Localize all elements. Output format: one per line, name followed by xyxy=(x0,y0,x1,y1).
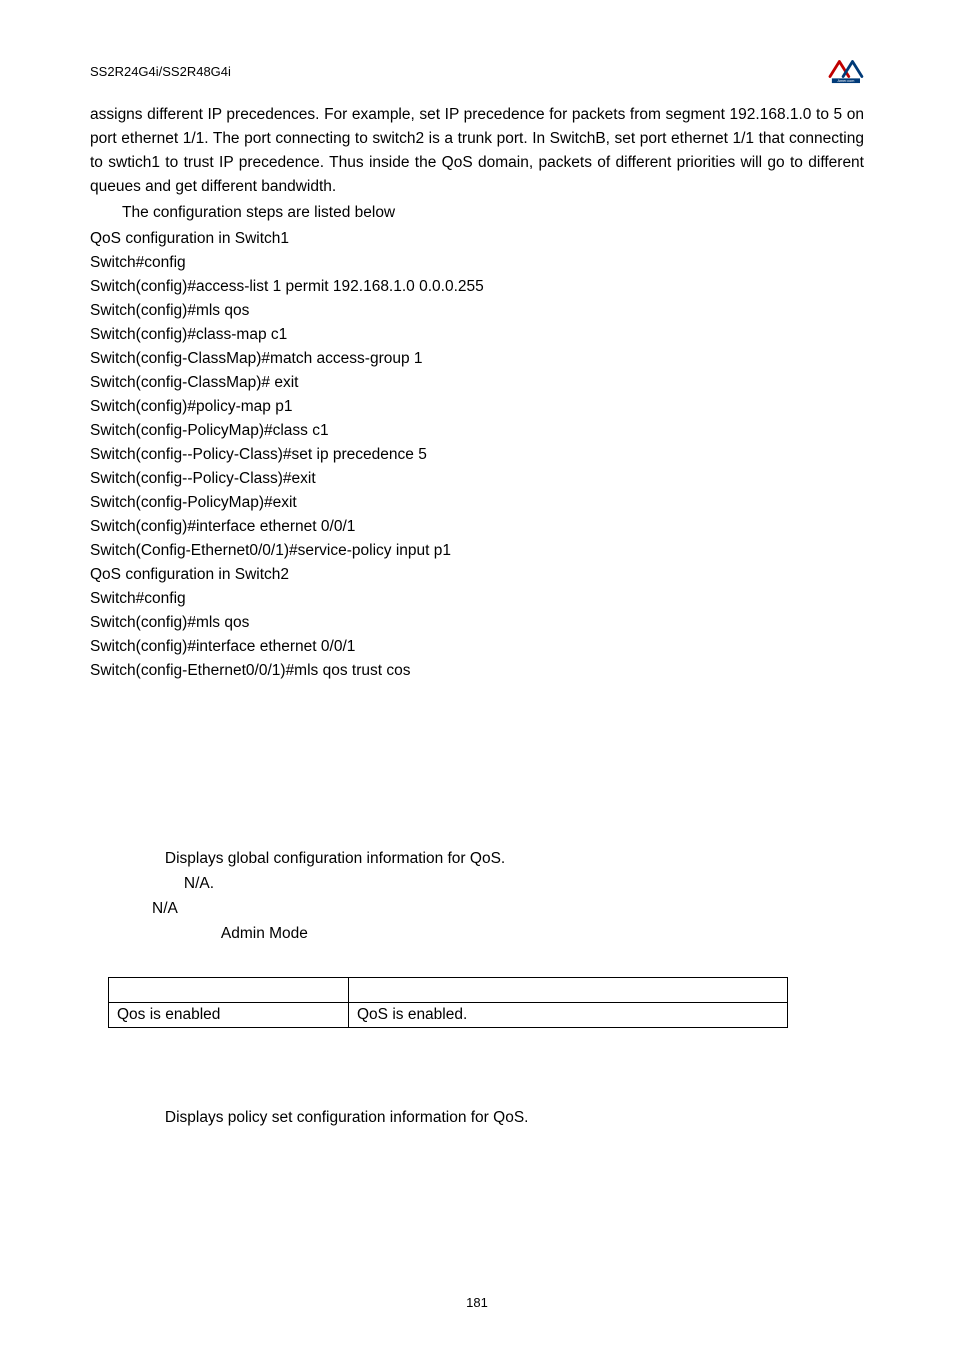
table-cell-displayed: Qos is enabled xyxy=(109,1003,349,1028)
command-mode-value: Admin Mode xyxy=(221,925,308,942)
config-line: Switch(config-PolicyMap)#exit xyxy=(90,491,864,515)
config-line: Switch#config xyxy=(90,251,864,275)
config-line: QoS configuration in Switch1 xyxy=(90,227,864,251)
command-value-pre: show mls qos interface [ xyxy=(175,1084,356,1101)
config-line: Switch(config--Policy-Class)#exit xyxy=(90,467,864,491)
config-line: Switch(config-Ethernet0/0/1)#mls qos tru… xyxy=(90,659,864,683)
command-value: show mls-qos xyxy=(175,825,278,842)
usage-guide-label: Usage Guide: xyxy=(90,949,190,966)
config-line: Switch(config-ClassMap)# exit xyxy=(90,371,864,395)
section-8-3-4-heading: 8.3.4 QoS Troubleshooting Help xyxy=(90,727,864,750)
table-header-displayed: Displayed information xyxy=(109,978,349,1003)
show-mls-qos-interface-block: Command: show mls qos interface [interfa… xyxy=(90,1081,864,1131)
page-number: 181 xyxy=(0,1295,954,1310)
default-label: Default: xyxy=(90,900,152,917)
table-cell-explanation: QoS is enabled. xyxy=(349,1003,788,1028)
config-line: QoS configuration in Switch2 xyxy=(90,563,864,587)
command-arg: interface-id xyxy=(356,1084,433,1101)
default-value: N/A xyxy=(152,900,178,917)
config-line: Switch(Config-Ethernet0/0/1)#service-pol… xyxy=(90,539,864,563)
amer-logo-icon: Amer.com xyxy=(826,54,864,84)
command-value-post: ] [buffers | policers | queueing | stati… xyxy=(433,1084,740,1101)
function-value: Displays policy set configuration inform… xyxy=(165,1109,529,1126)
table-header-explanation: Explanation xyxy=(349,978,788,1003)
config-line: Switch(config-PolicyMap)#class c1 xyxy=(90,419,864,443)
table-row: Qos is enabled QoS is enabled. xyxy=(109,1003,788,1028)
config-line: Switch(config)#access-list 1 permit 192.… xyxy=(90,275,864,299)
config-line: Switch(config)#mls qos xyxy=(90,611,864,635)
svg-text:Amer.com: Amer.com xyxy=(837,79,854,83)
parameters-value: N/A. xyxy=(184,875,214,892)
function-label: Function: xyxy=(90,1109,165,1126)
brand-logo: Amer.com xyxy=(826,54,864,89)
config-line: Switch(config)#interface ethernet 0/0/1 xyxy=(90,635,864,659)
command-label: Command: xyxy=(90,1084,175,1101)
function-value: Displays global configuration informatio… xyxy=(165,850,505,867)
show-mls-qos-block: Command: show mls-qos Function: Displays… xyxy=(90,822,864,1028)
section-8-3-4-1-2-heading: 8.3.4.1.2 show mls qos interface xyxy=(90,1054,864,1075)
function-label: Function: xyxy=(90,850,165,867)
config-line: Switch(config)#mls qos xyxy=(90,299,864,323)
config-line: Switch(config)#policy-map p1 xyxy=(90,395,864,419)
page-header: SS2R24G4i/SS2R48G4i Amer.com xyxy=(90,54,864,89)
displayed-info-table: Displayed information Explanation Qos is… xyxy=(108,977,788,1028)
config-line: Switch(config)#class-map c1 xyxy=(90,323,864,347)
config-line: Switch#config xyxy=(90,587,864,611)
config-line: Switch(config-ClassMap)#match access-gro… xyxy=(90,347,864,371)
table-row: Displayed information Explanation xyxy=(109,978,788,1003)
intro-paragraph: assigns different IP precedences. For ex… xyxy=(90,103,864,199)
config-line: Switch(config--Policy-Class)#set ip prec… xyxy=(90,443,864,467)
parameters-label: Parameters: xyxy=(90,875,184,892)
command-mode-label: Command mode: xyxy=(90,925,221,942)
config-line: Switch(config)#interface ethernet 0/0/1 xyxy=(90,515,864,539)
section-8-3-4-1-1-heading: 8.3.4.1.1 show mls-qos xyxy=(90,795,864,816)
config-block: QoS configuration in Switch1 Switch#conf… xyxy=(90,227,864,683)
config-steps-intro: The configuration steps are listed below xyxy=(90,201,864,225)
product-model: SS2R24G4i/SS2R48G4i xyxy=(90,64,231,79)
section-8-3-4-1-heading: 8.3.4.1 Monitor and Debug Command xyxy=(90,764,864,785)
command-label: Command: xyxy=(90,825,175,842)
